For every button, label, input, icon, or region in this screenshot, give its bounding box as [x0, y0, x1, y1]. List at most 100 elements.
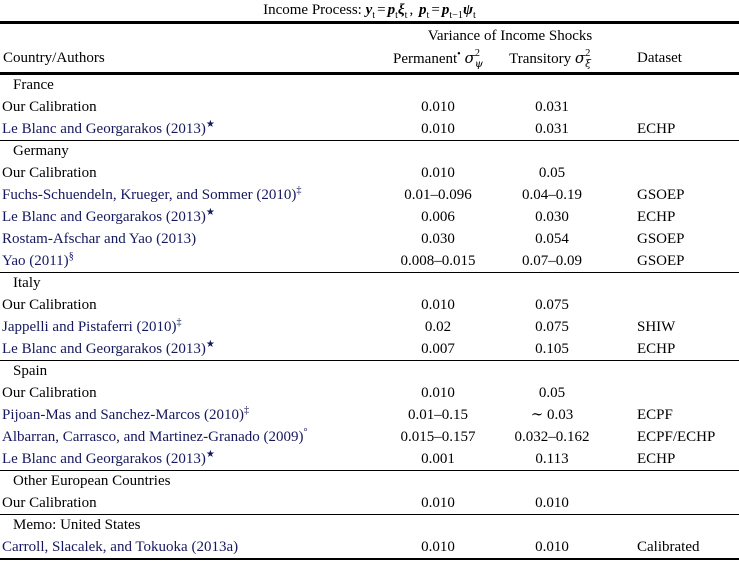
table-row: Yao (2011)§ 0.008–0.015 0.07–0.09 GSOEP — [0, 250, 739, 272]
table-header: Variance of Income Shocks Country/Author… — [0, 24, 739, 72]
citation-link[interactable]: Rostam-Afschar and Yao (2013) — [2, 228, 196, 250]
header-permanent: Permanent• σ2ψ — [384, 48, 492, 69]
citation-link[interactable]: Le Blanc and Georgarakos (2013)★ — [2, 338, 215, 360]
citation-link[interactable]: Yao (2011)§ — [2, 250, 74, 272]
footnote-marker: ★ — [205, 339, 215, 350]
header-transitory-sub: ξ — [585, 57, 591, 70]
cell-dataset: ECHP — [637, 121, 676, 137]
citation-link[interactable]: Le Blanc and Georgarakos (2013)★ — [2, 206, 215, 228]
citation-link[interactable]: Jappelli and Pistaferri (2010)‡ — [2, 316, 182, 338]
cell-dataset: GSOEP — [637, 253, 685, 269]
header-transitory: Transitory σ2ξ — [496, 48, 604, 69]
caption-xi: ξ — [397, 2, 405, 18]
table-row: Pijoan-Mas and Sanchez-Marcos (2010)‡ 0.0… — [0, 404, 739, 426]
caption-equation: yt = ptξt, pt = pt−1ψt — [365, 2, 476, 21]
header-country-authors: Country/Authors — [3, 50, 105, 66]
cell-transitory-variance: 0.075 — [535, 319, 569, 335]
row-author-label: Our Calibration — [2, 385, 97, 401]
row-author-label: Our Calibration — [2, 495, 97, 511]
cell-transitory-variance: 0.05 — [538, 385, 566, 401]
table-row: Our Calibration 0.010 0.05 — [0, 162, 739, 184]
citation-link[interactable]: Fuchs-Schuendeln, Krueger, and Sommer (2… — [2, 184, 301, 206]
header-permanent-label: Permanent — [393, 51, 458, 67]
footnote-marker: ★ — [205, 449, 215, 460]
section-title: Germany — [13, 143, 69, 159]
footnote-marker: ★ — [205, 207, 215, 218]
table-caption: Income Process: yt = ptξt, pt = pt−1ψt — [0, 0, 739, 21]
bottom-rule — [0, 558, 739, 560]
header-transitory-supsub: 2ξ — [585, 48, 591, 70]
table-row: Our Calibration 0.010 0.010 — [0, 492, 739, 514]
table-row: Carroll, Slacalek, and Tokuoka (2013a) 0.… — [0, 536, 739, 558]
row-author-label: Le Blanc and Georgarakos (2013) — [2, 451, 206, 467]
section-title: Italy — [13, 275, 41, 291]
table-row: Fuchs-Schuendeln, Krueger, and Sommer (2… — [0, 184, 739, 206]
table-row: Albarran, Carrasco, and Martinez-Granado… — [0, 426, 739, 448]
cell-transitory-variance: 0.113 — [535, 451, 569, 467]
cell-transitory-variance: 0.05 — [538, 165, 566, 181]
header-permanent-sub: ψ — [474, 57, 483, 70]
cell-transitory-variance: 0.010 — [535, 495, 569, 511]
row-author-label: Yao (2011) — [2, 253, 69, 269]
row-author-label: Albarran, Carrasco, and Martinez-Granado… — [2, 429, 304, 445]
header-permanent-marker: • — [457, 49, 461, 60]
footnote-marker: ‡ — [244, 405, 250, 416]
caption-psi: ψ — [463, 2, 474, 18]
table-row: Our Calibration 0.010 0.075 — [0, 294, 739, 316]
section-title: Memo: United States — [13, 517, 141, 533]
cell-dataset: ECPF/ECHP — [637, 429, 716, 445]
table-row: Our Calibration 0.010 0.031 — [0, 96, 739, 118]
table-body: France Our Calibration 0.010 0.031 Le Blanc … — [0, 75, 739, 560]
row-author-label: Fuchs-Schuendeln, Krueger, and Sommer (2… — [2, 187, 297, 203]
citation-link[interactable]: Le Blanc and Georgarakos (2013)★ — [2, 118, 215, 140]
row-author-label: Our Calibration — [2, 99, 97, 115]
footnote-marker: ° — [303, 427, 308, 438]
table-row: Le Blanc and Georgarakos (2013)★ 0.010 0.0… — [0, 118, 739, 140]
row-author-label: Our Calibration — [2, 165, 97, 181]
header-dataset: Dataset — [637, 50, 682, 66]
table-section: Italy Our Calibration 0.010 0.075 Jappelli a… — [0, 273, 739, 360]
cell-dataset: GSOEP — [637, 231, 685, 247]
table-row: Rostam-Afschar and Yao (2013) 0.030 0.054 G… — [0, 228, 739, 250]
table-row: Jappelli and Pistaferri (2010)‡ 0.02 0.075… — [0, 316, 739, 338]
row-author-label: Le Blanc and Georgarakos (2013) — [2, 121, 206, 137]
cell-transitory-variance: 0.105 — [535, 341, 569, 357]
citation-link[interactable]: Carroll, Slacalek, and Tokuoka (2013a) — [2, 536, 238, 558]
header-permanent-supsub: 2ψ — [474, 48, 483, 70]
cell-transitory-variance: 0.032–0.162 — [514, 429, 590, 445]
row-author-label: Carroll, Slacalek, and Tokuoka (2013a) — [2, 539, 239, 555]
cell-dataset: ECPF — [637, 407, 673, 423]
footnote-marker: ★ — [205, 119, 215, 130]
caption-p2: p — [419, 2, 427, 18]
footnote-marker: ‡ — [296, 185, 302, 196]
row-author: Our Calibration — [2, 382, 97, 404]
citation-link[interactable]: Albarran, Carrasco, and Martinez-Granado… — [2, 426, 308, 448]
footnote-marker: ‡ — [176, 317, 182, 328]
row-author: Our Calibration — [2, 492, 97, 514]
caption-p1: p — [387, 2, 396, 18]
cell-transitory-variance: 0.07–0.09 — [522, 253, 582, 269]
table-row: Our Calibration 0.010 0.05 — [0, 382, 739, 404]
row-author-label: Rostam-Afschar and Yao (2013) — [2, 231, 197, 247]
section-title: France — [13, 77, 54, 93]
row-author: Our Calibration — [2, 294, 97, 316]
header-permanent-sigma: σ — [464, 49, 475, 67]
header-transitory-label: Transitory — [509, 51, 572, 67]
citation-link[interactable]: Pijoan-Mas and Sanchez-Marcos (2010)‡ — [2, 404, 249, 426]
row-author-label: Jappelli and Pistaferri (2010) — [2, 319, 177, 335]
cell-dataset: SHIW — [637, 319, 676, 335]
row-author: Our Calibration — [2, 162, 97, 184]
cell-transitory-variance: ∼ 0.03 — [530, 407, 574, 423]
caption-prefix: Income Process: — [263, 2, 362, 18]
citation-link[interactable]: Le Blanc and Georgarakos (2013)★ — [2, 448, 215, 470]
income-process-table: Income Process: yt = ptξt, pt = pt−1ψt Varia… — [0, 0, 739, 560]
caption-p3-sub: t−1 — [449, 10, 463, 21]
cell-dataset: ECHP — [637, 209, 676, 225]
cell-dataset: ECHP — [637, 451, 676, 467]
table-section: Germany Our Calibration 0.010 0.05 Fuchs-Sch… — [0, 141, 739, 272]
table-section: Other European Countries Our Calibration 0… — [0, 471, 739, 514]
table-row: Le Blanc and Georgarakos (2013)★ 0.006 0.0… — [0, 206, 739, 228]
cell-transitory-variance: 0.054 — [535, 231, 569, 247]
table-section: France Our Calibration 0.010 0.031 Le Blanc … — [0, 75, 739, 140]
cell-dataset: Calibrated — [637, 539, 700, 555]
